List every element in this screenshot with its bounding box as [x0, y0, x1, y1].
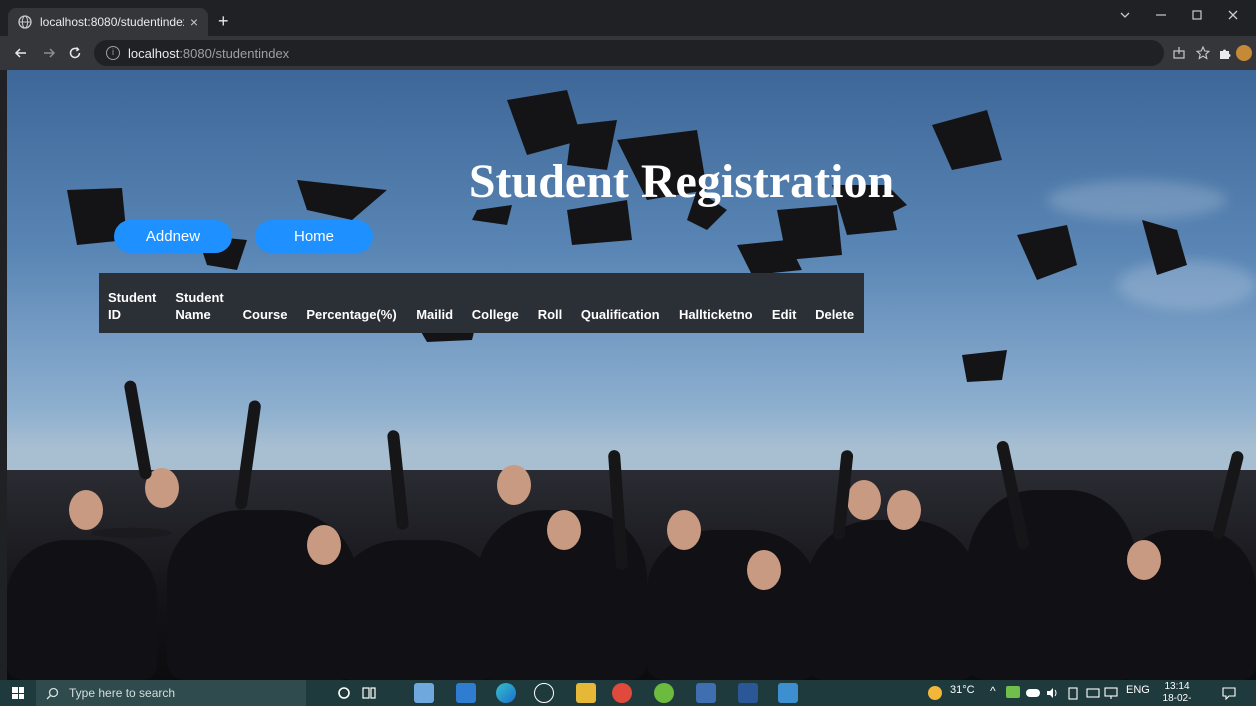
url-host: localhost: [128, 45, 180, 61]
face: [1127, 540, 1161, 580]
globe-icon: [18, 15, 32, 29]
url-path: :8080/studentindex: [179, 45, 290, 61]
table-header-text: Edit: [771, 307, 797, 322]
face: [307, 525, 341, 565]
clock-date: 18-02-2022: [1162, 693, 1192, 706]
restore-icon[interactable]: [1190, 8, 1204, 22]
table-header-row: Student ID Student Name Course Percentage(%) M…: [99, 273, 864, 333]
graduate: [7, 540, 157, 680]
graduate: [337, 540, 497, 680]
search-placeholder: Type here to search: [69, 686, 176, 700]
tab-title: localhost:8080/studentindex: [40, 15, 184, 29]
table-header-text: Roll: [537, 307, 563, 322]
vscode-app-icon[interactable]: [696, 683, 716, 703]
table-header-cell: Student ID: [99, 273, 166, 333]
browser-tab-strip: localhost:8080/studentindex × +: [0, 0, 1256, 36]
face: [747, 550, 781, 590]
table-header-cell: Edit: [763, 273, 806, 333]
reload-icon[interactable]: [68, 46, 82, 60]
windows-logo-icon: [12, 687, 24, 699]
tab-close-icon[interactable]: ×: [190, 14, 198, 30]
forward-arrow-icon[interactable]: [42, 46, 56, 60]
edge-browser-icon[interactable]: [496, 683, 516, 703]
chrome-browser-icon[interactable]: [612, 683, 632, 703]
address-bar[interactable]: i localhost :8080/studentindex: [94, 40, 1164, 66]
addnew-button[interactable]: Addnew: [114, 220, 232, 253]
bookmark-star-icon[interactable]: [1196, 46, 1210, 60]
browser-toolbar: i localhost :8080/studentindex: [0, 36, 1256, 70]
table-header-text: Qualification: [580, 307, 660, 322]
share-icon[interactable]: [1172, 46, 1186, 60]
weather-sun-icon[interactable]: [928, 686, 942, 700]
tab-search-chevron-icon[interactable]: [1118, 8, 1132, 22]
word-app-icon[interactable]: [738, 683, 758, 703]
search-icon: [46, 687, 59, 699]
face: [69, 490, 103, 530]
face: [547, 510, 581, 550]
face: [667, 510, 701, 550]
tray-app-icon[interactable]: [1006, 686, 1020, 698]
new-tab-button[interactable]: +: [218, 8, 229, 34]
onedrive-cloud-icon[interactable]: [1026, 689, 1040, 697]
students-table: Student ID Student Name Course Percentage(%) M…: [99, 273, 864, 333]
start-button[interactable]: [0, 680, 36, 706]
file-explorer-icon[interactable]: [576, 683, 596, 703]
back-arrow-icon[interactable]: [14, 46, 28, 60]
language-indicator[interactable]: ENG: [1126, 684, 1150, 696]
face: [497, 465, 531, 505]
cortana-icon[interactable]: [337, 686, 351, 700]
table-header-cell: Delete: [806, 273, 864, 333]
table-header-cell: Percentage(%): [297, 273, 407, 333]
face: [847, 480, 881, 520]
table-header-text: Student: [175, 290, 224, 305]
task-view-icon[interactable]: [362, 686, 376, 700]
table-header-text: Course: [242, 307, 288, 322]
table-header-cell: Course: [234, 273, 298, 333]
table-header-text: Mailid: [416, 307, 454, 322]
chevron-up-icon[interactable]: ^: [990, 684, 996, 698]
table-header-text: ID: [108, 307, 121, 322]
battery-icon[interactable]: [1066, 686, 1080, 700]
dell-app-icon[interactable]: [534, 683, 554, 703]
page-viewport: Student Registration Addnew Home Student…: [7, 70, 1256, 680]
table-header-cell: Roll: [529, 273, 572, 333]
notifications-icon[interactable]: [1222, 686, 1236, 700]
network-icon[interactable]: [1086, 686, 1100, 700]
display-icon[interactable]: [1104, 686, 1118, 700]
table-header-text: Hallticketno: [678, 307, 753, 322]
mail-app-icon[interactable]: [456, 683, 476, 703]
gallery-app-icon[interactable]: [778, 683, 798, 703]
clock[interactable]: 13:14 18-02-2022: [1156, 681, 1198, 706]
table-header-text: Percentage(%): [306, 307, 397, 322]
table-header-cell: Mailid: [407, 273, 463, 333]
clock-time: 13:14: [1164, 681, 1190, 692]
site-info-icon[interactable]: i: [106, 46, 120, 60]
graduate: [807, 520, 977, 680]
photos-app-icon[interactable]: [414, 683, 434, 703]
graduation-caps-decoration: [67, 90, 1187, 382]
close-window-icon[interactable]: [1226, 8, 1240, 22]
table-header-cell: Hallticketno: [670, 273, 763, 333]
table-header-cell: Qualification: [572, 273, 670, 333]
table-header-text: Student: [108, 290, 157, 305]
table-header-text: Name: [175, 307, 211, 322]
minimize-icon[interactable]: [1154, 8, 1168, 22]
table-header-cell: College: [463, 273, 529, 333]
table-header-text: Delete: [815, 307, 855, 322]
table-header-cell: Student Name: [166, 273, 233, 333]
page-title: Student Registration: [468, 155, 895, 208]
table-header-text: College: [471, 307, 519, 322]
face: [887, 490, 921, 530]
taskbar-search[interactable]: Type here to search: [36, 680, 306, 706]
eclipse-app-icon[interactable]: [654, 683, 674, 703]
home-button[interactable]: Home: [255, 220, 373, 253]
graduate: [647, 530, 817, 680]
profile-avatar[interactable]: [1236, 45, 1252, 61]
volume-icon[interactable]: [1046, 686, 1060, 700]
extensions-puzzle-icon[interactable]: [1218, 46, 1232, 60]
browser-tab[interactable]: localhost:8080/studentindex ×: [8, 8, 208, 36]
weather-temperature[interactable]: 31°C: [950, 684, 975, 696]
graduate: [967, 490, 1137, 680]
